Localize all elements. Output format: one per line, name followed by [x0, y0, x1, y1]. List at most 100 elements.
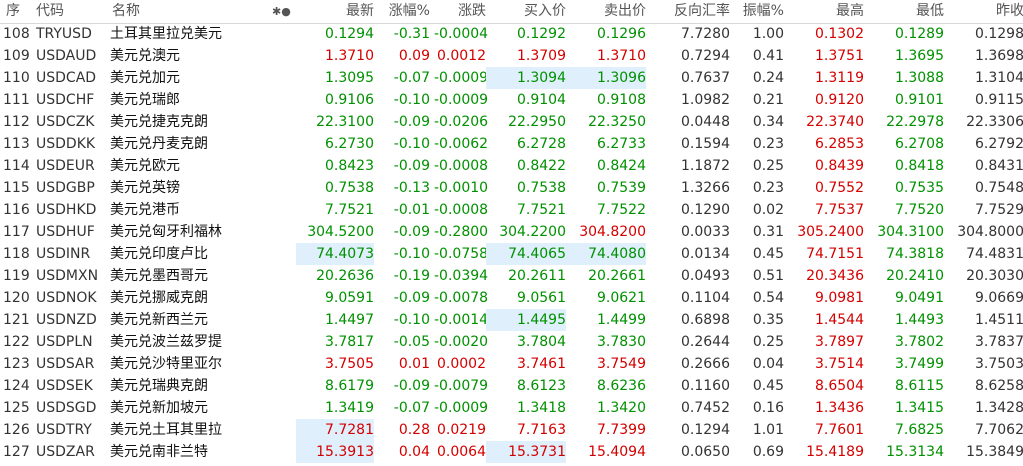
header-prev[interactable]: 昨收	[948, 0, 1023, 23]
table-row[interactable]: 120 USDNOK 美元兑挪威克朗 9.0591 -0.09 -0.0078 9.0561…	[0, 287, 1023, 309]
header-amp[interactable]: 振幅%	[732, 0, 784, 23]
cell-prev: 6.2792	[975, 136, 1023, 152]
cell-pct: -0.10	[393, 246, 430, 262]
cell-pct: -0.10	[393, 136, 430, 152]
header-last[interactable]: 最新	[296, 0, 374, 23]
cell-low: 7.6825	[895, 422, 944, 438]
cell-high: 0.9120	[815, 92, 864, 108]
table-row[interactable]: 112 USDCZK 美元兑捷克克朗 22.3100 -0.09 -0.0206 22.29…	[0, 111, 1023, 133]
cell-last: 1.3095	[325, 70, 374, 86]
table-row[interactable]: 125 USDSGD 美元兑新加坡元 1.3419 -0.07 -0.0009 1.3418…	[0, 397, 1023, 419]
cell-name: 美元兑英镑	[110, 180, 180, 196]
header-marks[interactable]: ✱●	[272, 0, 291, 23]
table-row[interactable]: 127 USDZAR 美元兑南非兰特 15.3913 0.04 0.0064 15.3731…	[0, 441, 1023, 463]
cell-name: 美元兑港币	[110, 202, 180, 218]
header-high[interactable]: 最高	[788, 0, 864, 23]
cell-ask: 15.4094	[588, 444, 646, 460]
cell-inverse: 0.1594	[681, 136, 730, 152]
cell-ask: 1.3420	[597, 400, 646, 416]
cell-seq: 126	[3, 422, 30, 438]
cell-inverse: 0.0493	[681, 268, 730, 284]
cell-pct: 0.28	[398, 422, 430, 438]
cell-code: USDTRY	[36, 422, 92, 438]
cell-chg: -0.0206	[434, 114, 489, 130]
table-row[interactable]: 117 USDHUF 美元兑匈牙利福林 304.5200 -0.09 -0.2800 304…	[0, 221, 1023, 243]
cell-high: 1.4544	[815, 312, 864, 328]
cell-chg: -0.2800	[434, 224, 489, 240]
cell-name: 美元兑挪威克朗	[110, 290, 208, 306]
cell-ask: 1.3710	[597, 48, 646, 64]
cell-pct: 0.04	[398, 444, 430, 460]
cell-name: 美元兑土耳其里拉	[110, 422, 222, 438]
table-row[interactable]: 109 USDAUD 美元兑澳元 1.3710 0.09 0.0012 1.3709 1.37…	[0, 45, 1023, 67]
header-seq[interactable]: 序	[6, 0, 20, 23]
table-row[interactable]: 115 USDGBP 美元兑英镑 0.7538 -0.13 -0.0010 0.7538 0.…	[0, 177, 1023, 199]
cell-code: USDSEK	[36, 378, 93, 394]
cell-last: 22.3100	[316, 114, 374, 130]
cell-prev: 0.1298	[975, 26, 1023, 42]
table-row[interactable]: 123 USDSAR 美元兑沙特里亚尔 3.7505 0.01 0.0002 3.7461 3…	[0, 353, 1023, 375]
cell-seq: 117	[3, 224, 30, 240]
cell-last: 0.1294	[325, 26, 374, 42]
cell-last: 15.3913	[296, 441, 374, 463]
cell-code: USDCZK	[36, 114, 95, 130]
table-row[interactable]: 124 USDSEK 美元兑瑞典克朗 8.6179 -0.09 -0.0079 8.6123…	[0, 375, 1023, 397]
cell-amp: 0.45	[752, 378, 784, 394]
cell-code: USDCAD	[36, 70, 97, 86]
cell-chg: -0.0004	[434, 26, 489, 42]
cell-prev: 304.8000	[957, 224, 1023, 240]
table-row[interactable]: 126 USDTRY 美元兑土耳其里拉 7.7281 0.28 0.0219 7.7163 7…	[0, 419, 1023, 441]
header-code[interactable]: 代码	[36, 0, 64, 23]
cell-last: 6.2730	[325, 136, 374, 152]
header-bid[interactable]: 买入价	[486, 0, 566, 23]
cell-last: 74.4073	[296, 243, 374, 265]
cell-chg: -0.0394	[434, 268, 489, 284]
header-inverse[interactable]: 反向汇率	[650, 0, 730, 23]
cell-seq: 116	[3, 202, 30, 218]
cell-prev: 74.4831	[966, 246, 1023, 262]
cell-bid: 0.9104	[517, 92, 566, 108]
table-row[interactable]: 110 USDCAD 美元兑加元 1.3095 -0.07 -0.0009 1.3094 1.…	[0, 67, 1023, 89]
cell-ask: 3.7830	[597, 334, 646, 350]
cell-amp: 0.34	[752, 114, 784, 130]
cell-bid: 0.7538	[517, 180, 566, 196]
cell-amp: 1.00	[752, 26, 784, 42]
header-low[interactable]: 最低	[868, 0, 944, 23]
cell-prev: 20.3030	[966, 268, 1023, 284]
table-row[interactable]: 118 USDINR 美元兑印度卢比 74.4073 -0.10 -0.0758 74.40…	[0, 243, 1023, 265]
cell-prev: 7.7529	[975, 202, 1023, 218]
cell-code: USDAUD	[36, 48, 97, 64]
cell-inverse: 0.7452	[681, 400, 730, 416]
cell-high: 1.3436	[815, 400, 864, 416]
cell-amp: 0.35	[752, 312, 784, 328]
cell-low: 0.1289	[895, 26, 944, 42]
cell-last: 3.7505	[325, 356, 374, 372]
table-row[interactable]: 122 USDPLN 美元兑波兰兹罗提 3.7817 -0.05 -0.0020 3.780…	[0, 331, 1023, 353]
table-row[interactable]: 119 USDMXN 美元兑墨西哥元 20.2636 -0.19 -0.0394 20.26…	[0, 265, 1023, 287]
table-row[interactable]: 108 TRYUSD 土耳其里拉兑美元 0.1294 -0.31 -0.0004 0.129…	[0, 23, 1023, 45]
cell-bid: 7.7521	[517, 202, 566, 218]
header-pct[interactable]: 涨幅%	[378, 0, 430, 23]
cell-low: 6.2708	[895, 136, 944, 152]
cell-code: USDZAR	[36, 444, 95, 460]
table-row[interactable]: 116 USDHKD 美元兑港币 7.7521 -0.01 -0.0008 7.7521 7.…	[0, 199, 1023, 221]
cell-name: 美元兑印度卢比	[110, 246, 208, 262]
header-ask[interactable]: 卖出价	[566, 0, 646, 23]
cell-chg: -0.0009	[434, 400, 489, 416]
table-row[interactable]: 121 USDNZD 美元兑新西兰元 1.4497 -0.10 -0.0014 1.4495…	[0, 309, 1023, 331]
cell-code: USDHKD	[36, 202, 97, 218]
table-row[interactable]: 111 USDCHF 美元兑瑞郎 0.9106 -0.10 -0.0009 0.9104 0.…	[0, 89, 1023, 111]
header-chg[interactable]: 涨跌	[434, 0, 486, 23]
cell-code: USDEUR	[36, 158, 95, 174]
header-name[interactable]: 名称	[112, 0, 140, 23]
cell-pct: -0.01	[393, 202, 430, 218]
cell-inverse: 0.0033	[681, 224, 730, 240]
table-row[interactable]: 113 USDDKK 美元兑丹麦克朗 6.2730 -0.10 -0.0062 6.2728…	[0, 133, 1023, 155]
cell-code: USDSAR	[36, 356, 95, 372]
cell-ask: 0.9108	[597, 92, 646, 108]
cell-high: 9.0981	[815, 290, 864, 306]
cell-low: 3.7802	[895, 334, 944, 350]
cell-pct: 0.01	[398, 356, 430, 372]
cell-ask: 20.2661	[588, 268, 646, 284]
table-row[interactable]: 114 USDEUR 美元兑欧元 0.8423 -0.09 -0.0008 0.8422 0.…	[0, 155, 1023, 177]
